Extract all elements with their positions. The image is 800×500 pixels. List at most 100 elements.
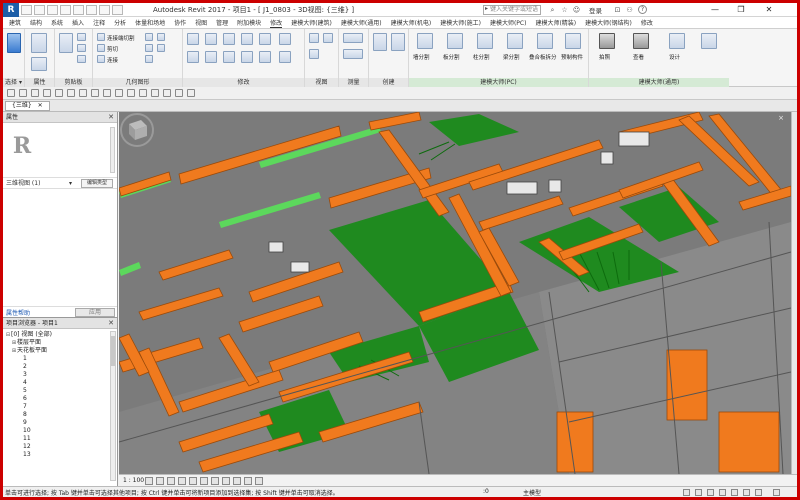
linework-icon[interactable] xyxy=(309,49,319,59)
open-icon[interactable] xyxy=(21,4,32,15)
tab-modify-2[interactable]: 修改 xyxy=(641,18,653,27)
rotate-icon[interactable] xyxy=(223,51,235,63)
trim-extend-icon[interactable] xyxy=(241,51,253,63)
design-options-icon[interactable] xyxy=(695,489,702,496)
tab-addins[interactable]: 附加模块 xyxy=(237,18,261,27)
close-icon[interactable]: ✕ xyxy=(108,318,114,329)
select-links-icon[interactable] xyxy=(19,89,27,97)
cart-icon[interactable]: ⊡ xyxy=(613,6,622,14)
tag-icon[interactable] xyxy=(103,89,111,97)
analytical-model-icon[interactable] xyxy=(255,476,263,485)
wall-split-icon[interactable] xyxy=(417,33,433,49)
hide-icon[interactable] xyxy=(309,33,319,43)
cut-icon[interactable] xyxy=(77,33,86,41)
edit-type-button[interactable]: 编辑类型 xyxy=(81,179,113,188)
tree-item[interactable]: 11 xyxy=(3,435,117,443)
undo-icon[interactable] xyxy=(47,4,58,15)
temp-hide-icon[interactable] xyxy=(233,476,241,485)
close-icon[interactable]: × xyxy=(777,114,785,122)
properties-icon[interactable] xyxy=(31,33,47,53)
column-split-icon[interactable] xyxy=(477,33,493,49)
tree-item[interactable]: 5 xyxy=(3,387,117,395)
tree-item[interactable]: 6 xyxy=(3,395,117,403)
trim-icon[interactable] xyxy=(259,33,271,45)
lock-view-icon[interactable] xyxy=(222,476,230,485)
tab-analyze[interactable]: 分析 xyxy=(114,18,126,27)
tree-item[interactable]: 9 xyxy=(3,419,117,427)
3d-viewport[interactable]: × xyxy=(119,112,791,474)
remove-paint-icon[interactable] xyxy=(157,44,165,52)
crop-view-icon[interactable] xyxy=(200,476,208,485)
text-icon[interactable] xyxy=(99,4,110,15)
viewport-scrollbar[interactable] xyxy=(791,112,797,474)
tab-systems[interactable]: 系统 xyxy=(51,18,63,27)
select-by-face-icon[interactable] xyxy=(743,489,750,496)
close-icon[interactable]: ✕ xyxy=(38,102,43,109)
type-properties-icon[interactable] xyxy=(31,57,47,71)
paint-icon[interactable] xyxy=(145,44,153,52)
measure-tool-icon[interactable] xyxy=(343,33,363,43)
properties-help-link[interactable]: 属性帮助 xyxy=(6,308,30,317)
drag-elements-icon[interactable] xyxy=(755,489,762,496)
minimize-button[interactable]: — xyxy=(703,3,727,16)
tree-item[interactable]: 4 xyxy=(3,379,117,387)
settings-doc-icon[interactable] xyxy=(701,33,717,49)
close-icon[interactable]: ✕ xyxy=(108,112,114,123)
close-button[interactable]: ✕ xyxy=(757,3,781,16)
app-menu-button[interactable]: R xyxy=(3,3,19,17)
dimension-icon[interactable] xyxy=(343,49,363,59)
shadows-icon[interactable] xyxy=(178,476,186,485)
cope-icon[interactable] xyxy=(97,33,105,41)
status-model[interactable]: 主模型 xyxy=(523,488,541,497)
paste-icon[interactable] xyxy=(59,33,73,53)
3d-view-icon[interactable] xyxy=(112,4,123,15)
type-selector[interactable]: R xyxy=(3,123,117,178)
align-icon[interactable] xyxy=(187,33,199,45)
tree-item[interactable]: 1 xyxy=(3,355,117,363)
worksets-icon[interactable] xyxy=(683,489,690,496)
override-icon[interactable] xyxy=(323,33,333,43)
composite-slab-icon[interactable] xyxy=(537,33,553,49)
tab-bimmaster-decoration[interactable]: 建模大师(精装) xyxy=(535,18,576,27)
tab-manage[interactable]: 管理 xyxy=(216,18,228,27)
render-icon[interactable] xyxy=(189,476,197,485)
tab-massing[interactable]: 体量和场地 xyxy=(135,18,165,27)
apply-button[interactable]: 应用 xyxy=(75,308,115,317)
3d-view-icon[interactable] xyxy=(127,89,135,97)
subscription-icon[interactable]: ☆ xyxy=(560,6,569,14)
delete-icon[interactable] xyxy=(279,51,291,63)
modify-cursor-icon[interactable] xyxy=(7,33,21,53)
tree-item[interactable]: ⊞天花板平面 xyxy=(3,347,117,355)
tab-view[interactable]: 视图 xyxy=(195,18,207,27)
measure-icon[interactable] xyxy=(86,4,97,15)
split-icon[interactable] xyxy=(259,51,271,63)
slab-split-icon[interactable] xyxy=(447,33,463,49)
create-group-icon[interactable] xyxy=(391,33,405,51)
tree-item[interactable]: ⊟[0] 视图 (全部) xyxy=(3,331,117,339)
tab-insert[interactable]: 插入 xyxy=(72,18,84,27)
tab-bimmaster-arch[interactable]: 建模大师(建筑) xyxy=(291,18,332,27)
browser-scrollbar-thumb[interactable] xyxy=(111,336,115,366)
view-tab-3d[interactable]: {三维} ✕ xyxy=(5,101,50,111)
precast-component-icon[interactable] xyxy=(565,33,581,49)
visual-style-icon[interactable] xyxy=(156,476,164,485)
measure-icon[interactable] xyxy=(79,89,87,97)
offset-icon[interactable] xyxy=(205,33,217,45)
tree-item[interactable]: 2 xyxy=(3,363,117,371)
select-links-icon[interactable] xyxy=(707,489,714,496)
close-hidden-icon[interactable] xyxy=(163,89,171,97)
select-pinned-icon[interactable] xyxy=(731,489,738,496)
inspect-icon[interactable] xyxy=(633,33,649,49)
tab-bimmaster-general[interactable]: 建模大师(通用) xyxy=(341,18,382,27)
pin-icon[interactable] xyxy=(279,33,291,45)
save-icon[interactable] xyxy=(34,4,45,15)
reveal-hidden-icon[interactable] xyxy=(244,476,252,485)
switch-windows-icon[interactable] xyxy=(175,89,183,97)
sun-path-icon[interactable] xyxy=(167,476,175,485)
wall-joins-icon[interactable] xyxy=(157,33,165,41)
camera-icon[interactable] xyxy=(599,33,615,49)
copy-element-icon[interactable] xyxy=(205,51,217,63)
filter-icon[interactable] xyxy=(773,489,780,496)
print-icon[interactable] xyxy=(73,4,84,15)
modify-icon[interactable] xyxy=(7,89,15,97)
